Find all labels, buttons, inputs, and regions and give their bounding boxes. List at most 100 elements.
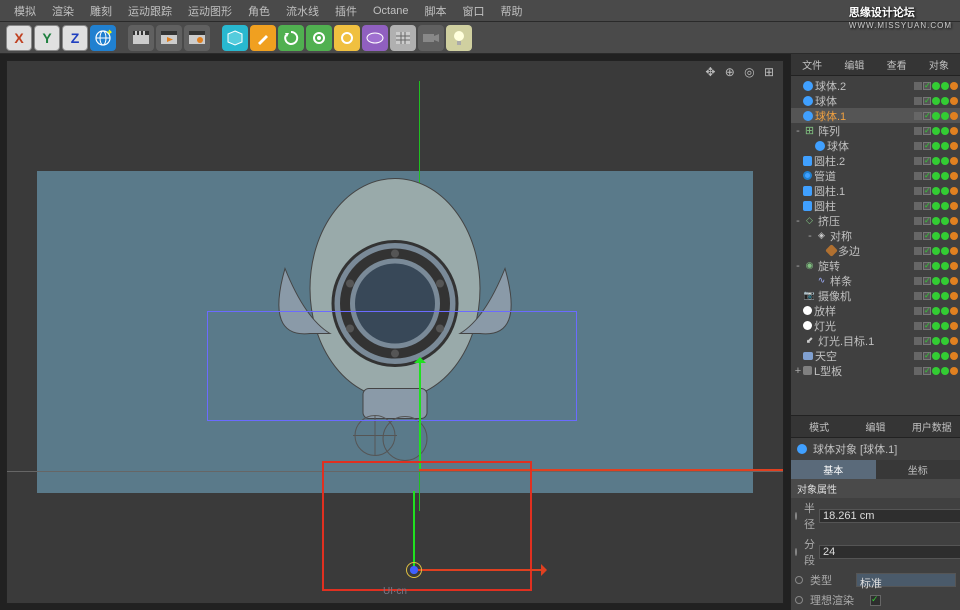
- world-coord-button[interactable]: [90, 25, 116, 51]
- render-view-button[interactable]: [128, 25, 154, 51]
- tree-row[interactable]: -◇挤压: [791, 213, 960, 228]
- tree-row[interactable]: -⊞阵列: [791, 123, 960, 138]
- viewport-nav-icons[interactable]: ✥ ⊕ ◎ ⊞: [705, 65, 777, 79]
- tree-row[interactable]: ∿样条: [791, 273, 960, 288]
- menu-render[interactable]: 渲染: [44, 1, 82, 21]
- scene-button[interactable]: [334, 25, 360, 51]
- camera-tool-button[interactable]: [390, 25, 416, 51]
- visibility-toggles[interactable]: [914, 292, 958, 300]
- tree-label: 挤压: [818, 213, 914, 229]
- tree-row[interactable]: 管道: [791, 168, 960, 183]
- menu-simulate[interactable]: 模拟: [6, 1, 44, 21]
- visibility-toggles[interactable]: [914, 202, 958, 210]
- tree-row[interactable]: 球体.2: [791, 78, 960, 93]
- expand-toggle[interactable]: -: [793, 260, 803, 272]
- tree-row[interactable]: -◈对称: [791, 228, 960, 243]
- visibility-toggles[interactable]: [914, 232, 958, 240]
- generator-button[interactable]: [278, 25, 304, 51]
- render-pv-button[interactable]: [156, 25, 182, 51]
- visibility-toggles[interactable]: [914, 112, 958, 120]
- anim-dot-icon[interactable]: [795, 512, 797, 520]
- menu-help[interactable]: 帮助: [492, 1, 530, 21]
- tree-row[interactable]: 📷摄像机: [791, 288, 960, 303]
- tree-row[interactable]: 球体.1: [791, 108, 960, 123]
- expand-toggle[interactable]: -: [793, 125, 803, 137]
- menu-tracker[interactable]: 运动跟踪: [120, 1, 180, 21]
- gizmo2-origin[interactable]: [406, 562, 422, 578]
- subtab-basic[interactable]: 基本: [791, 460, 876, 479]
- tree-row[interactable]: ⬋灯光.目标.1: [791, 333, 960, 348]
- menu-pipeline[interactable]: 流水线: [278, 1, 327, 21]
- anim-dot-icon[interactable]: [795, 596, 803, 604]
- tree-row[interactable]: 圆柱: [791, 198, 960, 213]
- gizmo2-axis-x[interactable]: [413, 569, 543, 571]
- spline-button[interactable]: [250, 25, 276, 51]
- menu-octane[interactable]: Octane: [365, 3, 416, 19]
- visibility-toggles[interactable]: [914, 247, 958, 255]
- camera-button[interactable]: [418, 25, 444, 51]
- tree-row[interactable]: -◉旋转: [791, 258, 960, 273]
- axis-y-button[interactable]: Y: [34, 25, 60, 51]
- gizmo2-axis-y[interactable]: [413, 491, 415, 569]
- tree-row[interactable]: 放样: [791, 303, 960, 318]
- anim-dot-icon[interactable]: [795, 548, 797, 556]
- subtab-coord[interactable]: 坐标: [876, 460, 960, 479]
- tab-aedit[interactable]: 编辑: [847, 416, 903, 437]
- light-button[interactable]: [446, 25, 472, 51]
- tab-view[interactable]: 查看: [876, 54, 918, 75]
- expand-toggle[interactable]: -: [793, 215, 803, 227]
- axis-z-button[interactable]: Z: [62, 25, 88, 51]
- tree-row[interactable]: 圆柱.1: [791, 183, 960, 198]
- tab-file[interactable]: 文件: [791, 54, 833, 75]
- visibility-toggles[interactable]: [914, 157, 958, 165]
- axis-x-button[interactable]: X: [6, 25, 32, 51]
- object-tree[interactable]: 球体.2球体球体.1-⊞阵列球体圆柱.2管道圆柱.1圆柱-◇挤压-◈对称多边-◉…: [791, 76, 960, 415]
- visibility-toggles[interactable]: [914, 277, 958, 285]
- menu-plugins[interactable]: 插件: [327, 1, 365, 21]
- visibility-toggles[interactable]: [914, 127, 958, 135]
- visibility-toggles[interactable]: [914, 82, 958, 90]
- visibility-toggles[interactable]: [914, 337, 958, 345]
- tree-row[interactable]: 灯光: [791, 318, 960, 333]
- tree-row[interactable]: 多边: [791, 243, 960, 258]
- tab-object[interactable]: 对象: [918, 54, 960, 75]
- visibility-toggles[interactable]: [914, 217, 958, 225]
- expand-toggle[interactable]: -: [805, 230, 815, 242]
- visibility-toggles[interactable]: [914, 262, 958, 270]
- tree-label: 管道: [814, 168, 914, 184]
- render-settings-button[interactable]: [184, 25, 210, 51]
- tree-row[interactable]: 球体: [791, 93, 960, 108]
- visibility-toggles[interactable]: [914, 97, 958, 105]
- visibility-toggles[interactable]: [914, 352, 958, 360]
- radius-input[interactable]: [819, 509, 960, 523]
- environment-button[interactable]: [362, 25, 388, 51]
- menu-sculpt[interactable]: 雕刻: [82, 1, 120, 21]
- visibility-toggles[interactable]: [914, 172, 958, 180]
- tree-row[interactable]: +L型板: [791, 363, 960, 378]
- expand-toggle[interactable]: +: [793, 365, 803, 377]
- model-rocket: [245, 138, 545, 471]
- viewport[interactable]: ✥ ⊕ ◎ ⊞: [6, 60, 784, 604]
- gizmo-axis-y[interactable]: [419, 361, 421, 471]
- menu-window[interactable]: 窗口: [454, 1, 492, 21]
- type-dropdown[interactable]: 标准: [856, 573, 956, 587]
- deformer-button[interactable]: [306, 25, 332, 51]
- visibility-toggles[interactable]: [914, 307, 958, 315]
- visibility-toggles[interactable]: [914, 142, 958, 150]
- tree-row[interactable]: 圆柱.2: [791, 153, 960, 168]
- primitive-button[interactable]: [222, 25, 248, 51]
- tree-row[interactable]: 球体: [791, 138, 960, 153]
- visibility-toggles[interactable]: [914, 187, 958, 195]
- visibility-toggles[interactable]: [914, 367, 958, 375]
- tree-row[interactable]: 天空: [791, 348, 960, 363]
- ideal-render-checkbox[interactable]: [870, 595, 881, 606]
- segments-input[interactable]: [819, 545, 960, 559]
- tab-edit[interactable]: 编辑: [833, 54, 875, 75]
- menu-mograph[interactable]: 运动图形: [180, 1, 240, 21]
- anim-dot-icon[interactable]: [795, 576, 803, 584]
- menu-script[interactable]: 脚本: [416, 1, 454, 21]
- tab-mode[interactable]: 模式: [791, 416, 847, 437]
- menu-character[interactable]: 角色: [240, 1, 278, 21]
- visibility-toggles[interactable]: [914, 322, 958, 330]
- tab-userdata[interactable]: 用户数据: [904, 416, 960, 437]
